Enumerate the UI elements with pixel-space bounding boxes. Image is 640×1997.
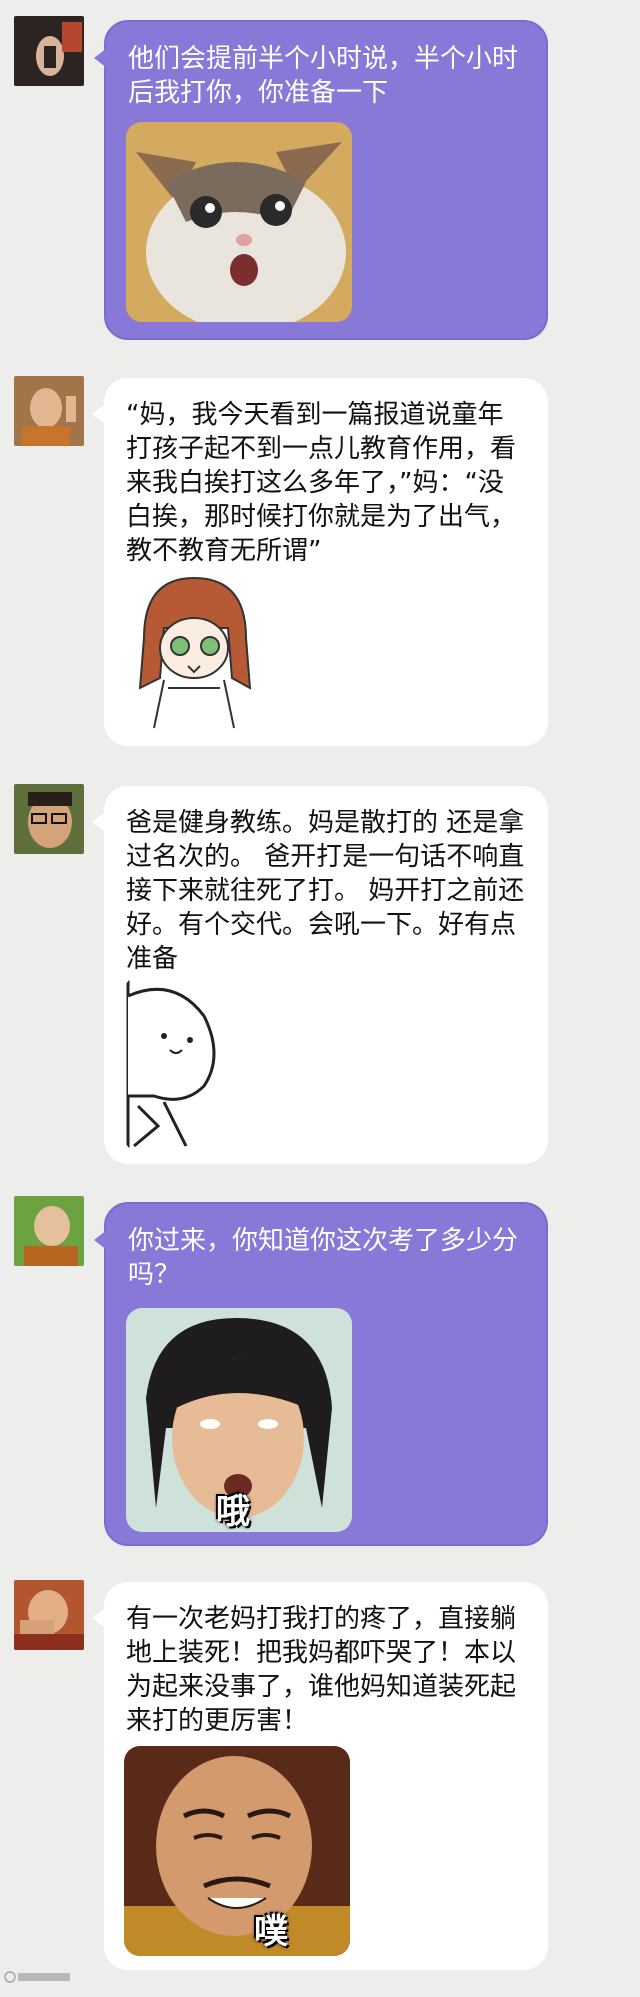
shocked-cat-icon	[126, 122, 352, 322]
sticker-image[interactable]	[124, 976, 244, 1152]
message-bubble[interactable]: 他们会提前半个小时说，半个小时后我打你，你准备一下	[94, 20, 548, 340]
message-bubble[interactable]: 有一次老妈打我打的疼了，直接躺地上装死！把我妈都吓哭了！本以为起来没事了，谁他妈…	[92, 1582, 548, 1970]
avatar-facepalm-icon	[14, 1580, 84, 1650]
sticker-image[interactable]	[124, 568, 264, 730]
sticker-caption: 噗	[254, 1912, 288, 1952]
sticker-image[interactable]	[126, 122, 352, 322]
message-bubble[interactable]: 你过来，你知道你这次考了多少分吗？ 哦	[94, 1202, 548, 1546]
sticker-caption: 哦	[216, 1492, 250, 1532]
message-bubble[interactable]: 爸是健身教练。妈是散打的 还是拿过名次的。 爸开打是一句话不响直接下来就往死了打…	[92, 786, 548, 1164]
avatar[interactable]	[14, 1196, 84, 1266]
sticker-image[interactable]: 哦	[126, 1308, 352, 1532]
avatar[interactable]	[14, 784, 84, 854]
message-bubble[interactable]: “妈，我今天看到一篇报道说童年打孩子起不到一点儿教育作用，看来我白挨打这么多年了…	[92, 378, 548, 746]
watermark-logo-icon	[4, 1971, 70, 1983]
message-text: “妈，我今天看到一篇报道说童年打孩子起不到一点儿教育作用，看来我白挨打这么多年了…	[126, 400, 517, 566]
message-text: 有一次老妈打我打的疼了，直接躺地上装死！把我妈都吓哭了！本以为起来没事了，谁他妈…	[126, 1604, 517, 1736]
avatar[interactable]	[14, 376, 84, 446]
watermark	[4, 1970, 74, 1988]
message-text: 你过来，你知道你这次考了多少分吗？	[128, 1226, 519, 1290]
avatar[interactable]	[14, 1580, 84, 1650]
message-text: 他们会提前半个小时说，半个小时后我打你，你准备一下	[128, 44, 519, 108]
message-text: 爸是健身教练。妈是散打的 还是拿过名次的。 爸开打是一句话不响直接下来就往死了打…	[126, 808, 525, 974]
cartoon-girl-icon	[124, 568, 264, 730]
avatar-long-hair-icon	[14, 16, 84, 86]
peeking-blob-icon	[124, 976, 244, 1152]
avatar-monk-icon	[14, 1196, 84, 1266]
laughing-man-icon	[124, 1746, 350, 1956]
avatar-glasses-man-icon	[14, 784, 84, 854]
avatar-monk-icon	[14, 376, 84, 446]
sticker-image[interactable]: 噗	[124, 1746, 350, 1956]
avatar[interactable]	[14, 16, 84, 86]
